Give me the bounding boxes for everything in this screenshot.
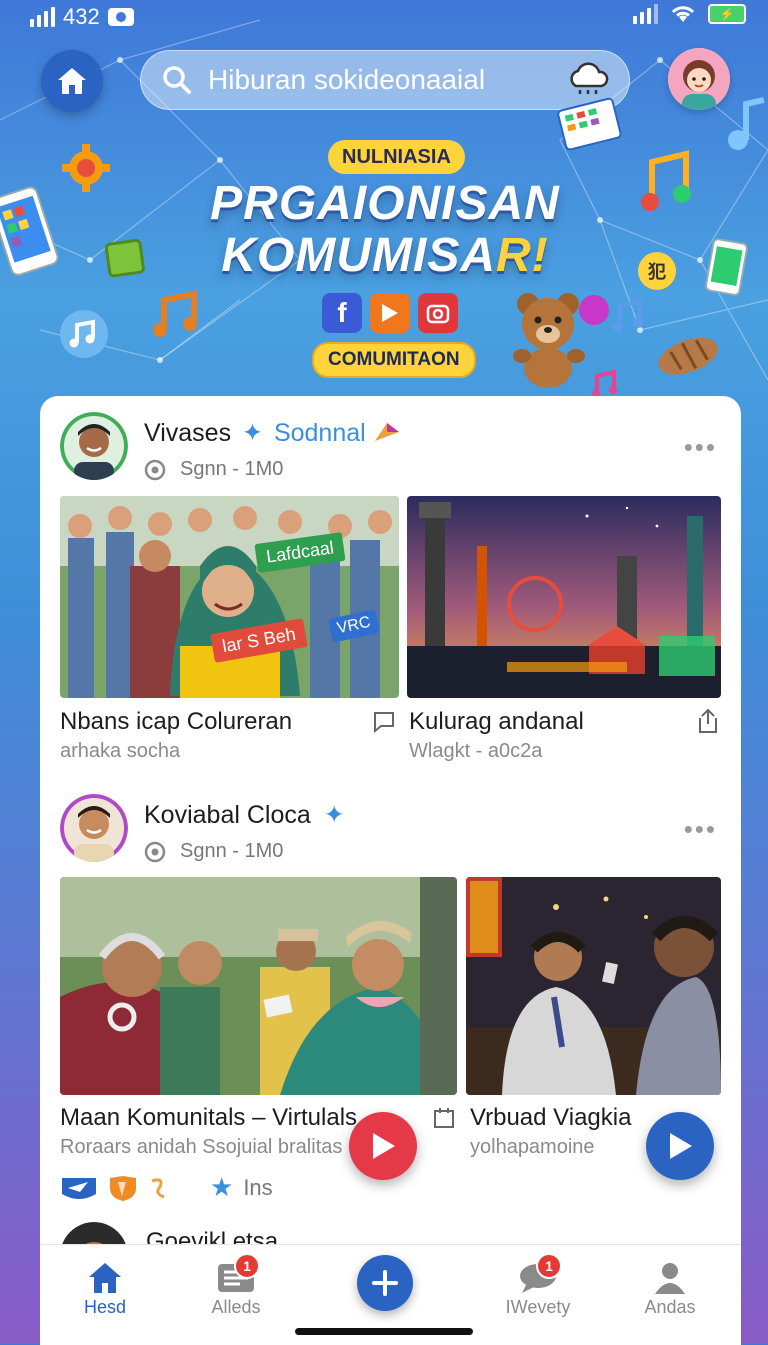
post-image[interactable]: Lafdcaal lar S Beh VRC (60, 496, 399, 698)
nav-profile[interactable]: Andas (620, 1259, 720, 1318)
play-button[interactable] (646, 1112, 714, 1180)
wifi-icon (671, 6, 695, 22)
home-icon (58, 68, 86, 94)
hero-title-line2: KOMUMISAR! (150, 230, 620, 282)
status-time: 432 (63, 4, 100, 29)
nav-home-label: Hesd (83, 1297, 127, 1317)
profile-icon (655, 1263, 685, 1294)
post-meta-text: Sgnn - 1M0 (180, 458, 284, 480)
office-photo (466, 877, 721, 1095)
camera-icon[interactable] (418, 293, 458, 333)
search-icon (163, 66, 191, 94)
gear-icon (60, 142, 112, 199)
author-name[interactable]: Vivases ✦ Sodnnal (144, 418, 401, 448)
crowd-photo (60, 496, 399, 698)
post-item-title[interactable]: Kulurag andanal (409, 708, 584, 736)
hero-tag: NULNIASIA (328, 140, 465, 174)
reaction-label[interactable]: Ins (243, 1175, 272, 1201)
nav-home[interactable]: Hesd (55, 1259, 155, 1318)
play-video-icon[interactable] (370, 293, 410, 333)
post-item-title[interactable]: Vrbuad Viagkia (470, 1104, 631, 1132)
share-icon[interactable] (696, 708, 720, 734)
nav-alerts-label: Alleds (211, 1297, 261, 1317)
play-icon (670, 1133, 692, 1159)
comment-icon[interactable] (372, 710, 396, 734)
status-bar: 432 ⚡ (0, 0, 768, 34)
calendar-icon[interactable] (432, 1106, 456, 1130)
post-image[interactable] (60, 877, 457, 1095)
search-bar[interactable] (140, 50, 630, 110)
signal-icon (30, 7, 55, 27)
notification-badge: 1 (536, 1253, 562, 1279)
hero-pill[interactable]: COMUMITAON (312, 342, 476, 378)
hero-title-line1: PRGAIONISAN (210, 177, 560, 230)
nav-events-label: IWevety (505, 1297, 571, 1317)
post-item-title[interactable]: Nbans icap Colureran (60, 708, 292, 736)
post-meta: Sgnn - 1M0 (144, 458, 283, 481)
nav-profile-label: Andas (644, 1297, 696, 1317)
airplane-badge-icon[interactable] (60, 1174, 98, 1202)
create-post-button[interactable] (357, 1255, 413, 1311)
star-icon[interactable]: ★ (210, 1172, 233, 1203)
post-meta-text: Sgnn - 1M0 (180, 840, 284, 862)
cloud-icon[interactable] (566, 62, 610, 96)
community-gathering-photo (60, 877, 457, 1095)
notification-badge: 1 (234, 1253, 260, 1279)
flag-icon (374, 423, 399, 441)
post-item-subtitle: Roraars anidah Ssojuial bralitas O (60, 1136, 364, 1158)
search-input[interactable] (206, 63, 550, 97)
sticker-badge: 犯 (638, 252, 676, 290)
author-avatar[interactable] (60, 412, 128, 480)
message-icon (107, 8, 134, 26)
author-name-text: Koviabal Cloca (144, 801, 311, 829)
author-avatar[interactable] (60, 794, 128, 862)
feed-card: Vivases ✦ Sodnnal Sgnn - 1M0 ••• Lafdcaa… (40, 396, 741, 1344)
home-indicator (295, 1328, 473, 1335)
post-item-title[interactable]: Maan Komunitals – Virtulals (60, 1104, 357, 1132)
hero-title-line2-accent: R! (496, 229, 549, 282)
user-avatar-illustration (668, 48, 730, 110)
social-icons: f (322, 293, 458, 333)
battery-icon: ⚡ (708, 4, 746, 24)
verified-star-icon: ✦ (242, 419, 263, 447)
more-options-button[interactable]: ••• (684, 432, 717, 463)
music-note-icon-2 (722, 96, 768, 157)
location-icon (144, 459, 166, 480)
post-meta: Sgnn - 1M0 (144, 840, 283, 863)
post-image[interactable] (466, 877, 721, 1095)
author-name-text: Vivases (144, 419, 232, 447)
location-icon (144, 841, 166, 862)
post-image[interactable] (407, 496, 721, 698)
home-button[interactable] (41, 50, 103, 112)
more-options-button[interactable]: ••• (684, 814, 717, 845)
cellular-icon (633, 4, 658, 24)
reaction-row: ★ Ins (60, 1172, 273, 1203)
cube-icon (104, 238, 148, 285)
post-header: Koviabal Cloca ✦ Sgnn - 1M0 ••• (40, 794, 741, 874)
plus-icon (372, 1270, 398, 1296)
play-button[interactable] (349, 1112, 417, 1180)
music-note-icon (150, 288, 204, 347)
author-name[interactable]: Koviabal Cloca ✦ (144, 800, 345, 830)
music-bubble-icon (58, 308, 110, 365)
author-tag[interactable]: Sodnnal (274, 419, 366, 447)
post-item-subtitle: arhaka socha (60, 740, 181, 762)
shield-badge-icon[interactable] (108, 1174, 138, 1202)
swirl-icon (151, 1177, 165, 1198)
play-icon (373, 1133, 395, 1159)
music-note-icon-3 (638, 148, 694, 219)
facebook-icon[interactable]: f (322, 293, 362, 333)
amusement-park-photo (407, 496, 721, 698)
post-item-subtitle: Wlagkt - a0c2a (409, 740, 543, 762)
hero-title: PRGAIONISAN KOMUMISAR! (150, 178, 620, 282)
nav-events[interactable]: 1 IWevety (488, 1253, 588, 1318)
music-note-icon-4 (612, 298, 644, 339)
home-icon (89, 1263, 121, 1293)
user-avatar[interactable] (668, 48, 730, 110)
post-item-subtitle: yolhapamoine (470, 1136, 595, 1158)
nav-alerts[interactable]: 1 Alleds (186, 1253, 286, 1318)
verified-star-icon: ✦ (323, 801, 345, 829)
hero-title-line2-main: KOMUMISA (221, 229, 496, 282)
post-header: Vivases ✦ Sodnnal Sgnn - 1M0 ••• (40, 412, 741, 492)
